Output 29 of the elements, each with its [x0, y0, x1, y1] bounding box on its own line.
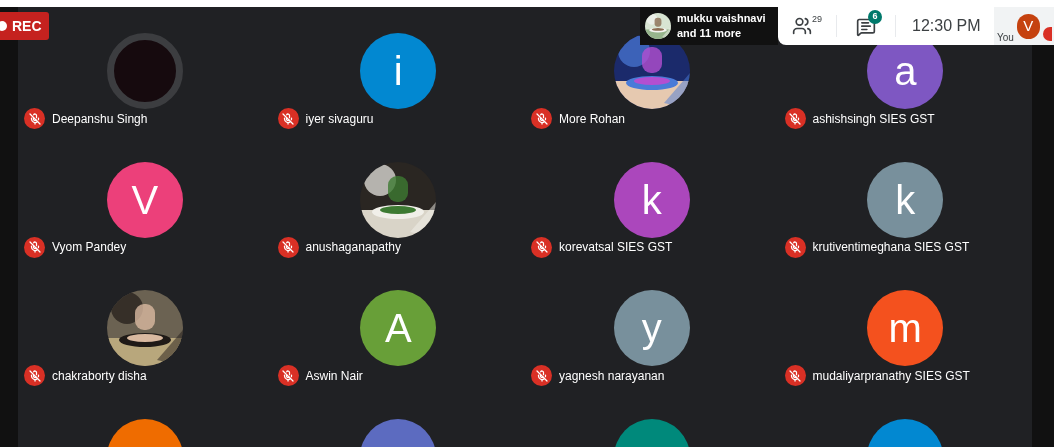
self-avatar: V [1016, 14, 1040, 39]
presenter-name: mukku vaishnavi [677, 11, 766, 26]
participant-name: anushaganapathy [305, 239, 401, 256]
people-button[interactable]: 29 [778, 16, 836, 36]
avatar: V [106, 161, 183, 238]
clock-time: 12:30 PM [912, 16, 981, 36]
avatar: A [360, 290, 437, 366]
people-icon [792, 16, 812, 36]
participant-name: iyer sivaguru [305, 110, 374, 128]
self-label: You [997, 33, 1014, 43]
avatar: y [613, 290, 690, 366]
participant-name: krutiventimeghana SIES GST [812, 239, 970, 256]
recording-badge: REC [0, 12, 49, 40]
avatar: i [360, 33, 437, 109]
avatar: m [867, 290, 944, 366]
participant-name: yagnesh narayanan [559, 367, 665, 385]
participant-name: ashishsingh SIES GST [812, 110, 935, 128]
avatar: k [867, 161, 944, 238]
participant-name: More Rohan [559, 110, 626, 128]
chat-icon [856, 17, 876, 37]
participant-name: Deepanshu Singh [52, 110, 148, 128]
participant-name: chakraborty disha [52, 367, 147, 385]
participant-name: korevatsal SIES GST [559, 239, 673, 256]
participant-name: mudaliyarpranathy SIES GST [812, 367, 970, 385]
participant-name: Aswin Nair [305, 367, 363, 385]
presenter-others: and 11 more [677, 26, 743, 41]
chat-badge: 6 [868, 10, 882, 24]
participant-name: Vyom Pandey [52, 239, 127, 256]
avatar: k [613, 161, 690, 238]
